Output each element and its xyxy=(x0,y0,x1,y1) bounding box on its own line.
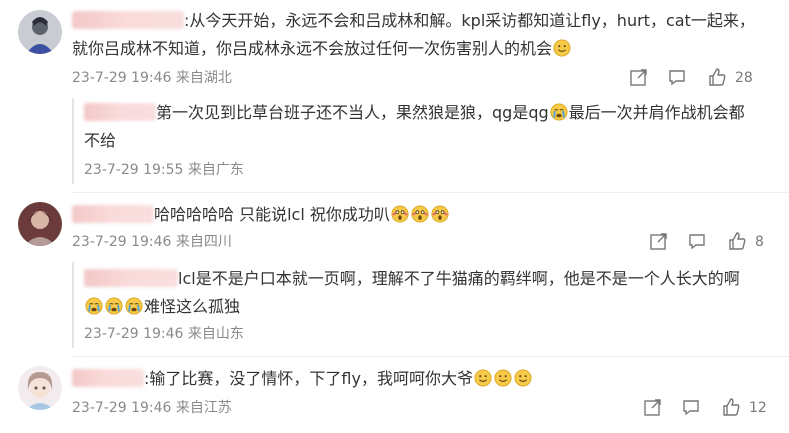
comment-icon[interactable] xyxy=(687,231,707,251)
comment-text: 就你吕成林不知道，你吕成林永远不会放过任何一次伤害别人的机会 xyxy=(72,36,572,62)
reply-block xyxy=(72,262,74,348)
reply-meta: 23-7-29 19:46 来自山东 xyxy=(84,326,244,342)
redacted-username[interactable] xyxy=(84,103,156,121)
comment-actions: 8 xyxy=(649,231,789,253)
comment-icon[interactable] xyxy=(667,67,687,87)
thumbs-up-icon[interactable] xyxy=(727,231,747,251)
comment-text: :从今天开始，永远不会和吕成林和解。kpl采访都知道让fly，hurt，cat一… xyxy=(72,8,755,34)
comment-meta: 23-7-29 19:46 来自四川 xyxy=(72,234,232,250)
comment-item: :输了比赛，没了情怀，下了fly，我呵呵你大爷 23-7-29 19:46 来自… xyxy=(0,360,789,433)
smile-emoji-icon xyxy=(474,369,492,387)
comment-item: 哈哈哈哈哈 只能说lcl 祝你成功叭 23-7-29 19:46 来自四川 8 … xyxy=(0,196,789,348)
comment-meta: 23-7-29 19:46 来自湖北 xyxy=(72,70,232,86)
avatar[interactable] xyxy=(18,366,62,410)
reply-text: 第一次见到比草台班子还不当人，果然狼是狼，qg是qg 最后一次并肩作战机会都 xyxy=(84,100,745,126)
comment-actions: 28 xyxy=(629,67,789,89)
smile-emoji-icon xyxy=(514,369,532,387)
share-icon[interactable] xyxy=(643,397,663,417)
reply-block xyxy=(72,98,74,184)
comment-icon[interactable] xyxy=(681,397,701,417)
divider xyxy=(72,356,789,357)
scream-emoji-icon xyxy=(411,205,429,223)
redacted-username[interactable] xyxy=(72,369,144,387)
comment-meta: 23-7-29 19:46 来自江苏 xyxy=(72,400,232,416)
divider xyxy=(72,192,789,193)
thumbs-up-icon[interactable] xyxy=(721,397,741,417)
smile-emoji-icon xyxy=(553,39,571,57)
like-count: 8 xyxy=(755,234,764,250)
reply-text: lcl是不是户口本就一页啊，理解不了牛猫痛的羁绊啊，他是不是一个人长大的啊 xyxy=(84,266,740,292)
reply-text: 难怪这么孤独 xyxy=(84,294,240,320)
crying-emoji-icon xyxy=(125,297,143,315)
avatar[interactable] xyxy=(18,202,62,246)
share-icon[interactable] xyxy=(649,231,669,251)
like-count: 12 xyxy=(749,400,767,416)
like-count: 28 xyxy=(735,70,753,86)
thumbs-up-icon[interactable] xyxy=(707,67,727,87)
share-icon[interactable] xyxy=(629,67,649,87)
redacted-username[interactable] xyxy=(84,269,178,287)
reply-text: 不给 xyxy=(84,131,117,150)
avatar[interactable] xyxy=(18,10,62,54)
reply-meta: 23-7-29 19:55 来自广东 xyxy=(84,162,244,178)
crying-emoji-icon xyxy=(85,297,103,315)
redacted-username[interactable] xyxy=(72,205,154,223)
crying-emoji-icon xyxy=(550,103,568,121)
comment-actions: 12 xyxy=(643,397,789,419)
comment-item: :从今天开始，永远不会和吕成林和解。kpl采访都知道让fly，hurt，cat一… xyxy=(0,0,789,184)
crying-emoji-icon xyxy=(105,297,123,315)
redacted-username[interactable] xyxy=(72,11,184,29)
scream-emoji-icon xyxy=(431,205,449,223)
comment-text: 哈哈哈哈哈 只能说lcl 祝你成功叭 xyxy=(72,202,450,228)
comment-text: :输了比赛，没了情怀，下了fly，我呵呵你大爷 xyxy=(72,366,533,392)
scream-emoji-icon xyxy=(391,205,409,223)
smile-emoji-icon xyxy=(494,369,512,387)
